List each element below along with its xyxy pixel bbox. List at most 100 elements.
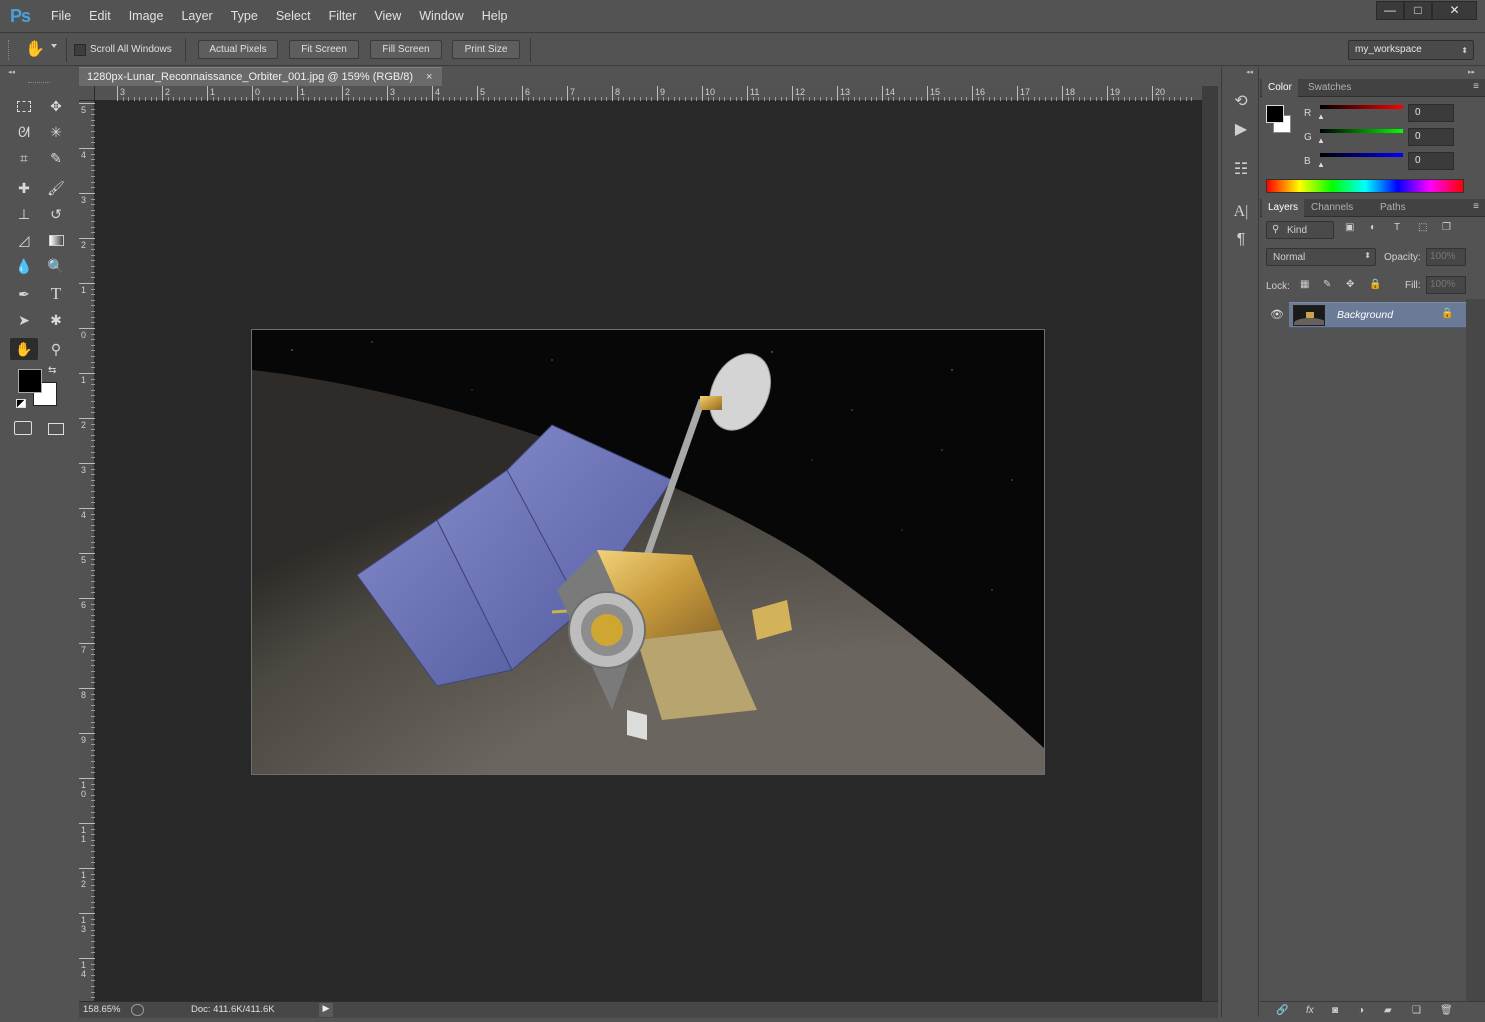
hand-tool-active-icon[interactable]: ✋ xyxy=(10,338,38,360)
menu-select[interactable]: Select xyxy=(267,9,320,23)
layer-row-background[interactable]: Background 🔒 xyxy=(1289,302,1466,328)
magic-wand-tool-icon[interactable]: ✳ xyxy=(44,121,68,143)
zoom-tool-icon[interactable]: ⚲ xyxy=(44,338,68,360)
quick-mask-icon[interactable] xyxy=(14,421,32,435)
new-layer-icon[interactable]: ❏ xyxy=(1412,1005,1421,1016)
fill-screen-button[interactable]: Fill Screen xyxy=(370,40,442,59)
filter-shape-layers-icon[interactable]: ⬚ xyxy=(1418,222,1427,233)
red-slider[interactable] xyxy=(1320,105,1403,109)
lock-image-pixels-icon[interactable]: ✎ xyxy=(1323,279,1331,290)
tab-layers[interactable]: Layers xyxy=(1262,199,1305,217)
tab-color[interactable]: Color xyxy=(1262,79,1298,97)
actual-pixels-button[interactable]: Actual Pixels xyxy=(198,40,278,59)
menu-image[interactable]: Image xyxy=(120,9,173,23)
blue-slider[interactable] xyxy=(1320,153,1403,157)
vertical-scrollbar[interactable] xyxy=(1202,86,1218,1001)
red-slider-handle-icon[interactable]: ▲ xyxy=(1317,112,1325,121)
zoom-level[interactable]: 158.65% xyxy=(83,1004,121,1015)
actions-play-icon[interactable]: ▶ xyxy=(1229,119,1253,141)
tab-channels[interactable]: Channels xyxy=(1305,199,1359,217)
close-tab-icon[interactable]: × xyxy=(426,68,432,87)
screen-mode-icon[interactable] xyxy=(48,423,64,435)
filter-smart-objects-icon[interactable]: ❐ xyxy=(1442,222,1451,233)
scroll-all-windows-checkbox[interactable] xyxy=(74,44,86,56)
tool-preset-chevron-icon[interactable] xyxy=(51,44,57,48)
character-panel-icon[interactable]: A| xyxy=(1229,201,1253,223)
tab-swatches[interactable]: Swatches xyxy=(1302,79,1357,97)
workspace-select[interactable]: my_workspace ⬍ xyxy=(1348,40,1474,60)
fill-input[interactable]: 100% xyxy=(1426,276,1466,294)
blue-value-input[interactable]: 0 xyxy=(1408,152,1454,170)
clone-stamp-tool-icon[interactable]: ⊥ xyxy=(12,203,36,225)
panel-menu-icon[interactable]: ≡ xyxy=(1473,201,1479,212)
collapse-arrows-icon[interactable]: ◂◂ xyxy=(8,68,15,76)
default-colors-icon[interactable] xyxy=(16,399,26,408)
history-panel-icon[interactable]: ⟲ xyxy=(1229,91,1253,113)
menu-file[interactable]: File xyxy=(42,9,80,23)
status-info-icon[interactable] xyxy=(131,1004,144,1016)
properties-panel-icon[interactable]: ☷ xyxy=(1229,159,1253,181)
crop-tool-icon[interactable]: ⌗ xyxy=(12,147,36,169)
tab-paths[interactable]: Paths xyxy=(1374,199,1412,217)
lock-position-icon[interactable]: ✥ xyxy=(1346,279,1354,290)
filter-type-layers-icon[interactable]: T xyxy=(1394,222,1400,233)
lock-transparent-pixels-icon[interactable]: ▦ xyxy=(1300,279,1309,290)
layers-list[interactable] xyxy=(1260,299,1466,1005)
print-size-button[interactable]: Print Size xyxy=(452,40,520,59)
menu-edit[interactable]: Edit xyxy=(80,9,120,23)
path-selection-tool-icon[interactable]: ➤ xyxy=(12,309,36,331)
close-window-button[interactable]: ✕ xyxy=(1432,1,1477,20)
new-adjustment-layer-icon[interactable]: ◑ xyxy=(1358,1005,1364,1016)
collapse-arrows-icon[interactable]: ◂◂ xyxy=(1246,68,1253,76)
horizontal-ruler[interactable]: 3 2 1 0 1 2 3 4 5 6 7 8 9 10 11 12 13 14 15 16 17 18 19 20 xyxy=(95,86,1202,101)
ruler-origin[interactable] xyxy=(79,86,95,101)
green-value-input[interactable]: 0 xyxy=(1408,128,1454,146)
status-menu-arrow-icon[interactable]: ▶ xyxy=(319,1003,333,1017)
custom-shape-tool-icon[interactable]: ✱ xyxy=(44,309,68,331)
green-slider-handle-icon[interactable]: ▲ xyxy=(1317,136,1325,145)
options-grip[interactable] xyxy=(8,40,11,60)
rectangular-marquee-tool-icon[interactable] xyxy=(17,100,31,112)
pen-tool-icon[interactable]: ✒ xyxy=(12,283,36,305)
add-mask-icon[interactable]: ◙ xyxy=(1332,1005,1338,1016)
foreground-color-swatch[interactable] xyxy=(18,369,42,393)
panel-menu-icon[interactable]: ≡ xyxy=(1473,81,1479,92)
paragraph-panel-icon[interactable]: ¶ xyxy=(1229,229,1253,251)
document-image[interactable] xyxy=(251,329,1045,775)
history-brush-tool-icon[interactable]: ↺ xyxy=(44,203,68,225)
visibility-eye-icon[interactable]: 👁 xyxy=(1270,308,1284,321)
fit-screen-button[interactable]: Fit Screen xyxy=(289,40,359,59)
link-layers-icon[interactable]: 🔗 xyxy=(1276,1005,1288,1016)
eraser-tool-icon[interactable]: ◿ xyxy=(12,229,36,251)
vertical-ruler[interactable]: 5 4 3 2 1 0 1 2 3 4 5 6 7 8 9 10 11 12 13 14 xyxy=(79,101,95,1001)
filter-adjustment-layers-icon[interactable]: ◐ xyxy=(1370,222,1376,233)
brush-tool-icon[interactable]: 🖌 xyxy=(44,177,68,199)
eyedropper-tool-icon[interactable]: ✎ xyxy=(44,147,68,169)
menu-layer[interactable]: Layer xyxy=(172,9,221,23)
dodge-tool-icon[interactable]: 🔍 xyxy=(44,255,68,277)
blur-tool-icon[interactable]: 💧 xyxy=(12,255,36,277)
color-foreground-swatch[interactable] xyxy=(1266,105,1284,123)
color-spectrum-bar[interactable] xyxy=(1266,179,1464,193)
red-value-input[interactable]: 0 xyxy=(1408,104,1454,122)
menu-view[interactable]: View xyxy=(365,9,410,23)
menu-window[interactable]: Window xyxy=(410,9,472,23)
hand-tool-icon[interactable]: ✋ xyxy=(24,39,46,61)
lasso-tool-icon[interactable]: ᘛ xyxy=(12,121,36,143)
menu-help[interactable]: Help xyxy=(473,9,517,23)
blend-mode-select[interactable]: Normal ⬍ xyxy=(1266,248,1376,266)
minimize-button[interactable]: — xyxy=(1376,1,1404,20)
panel-grip[interactable] xyxy=(28,82,50,84)
layer-name[interactable]: Background xyxy=(1337,309,1393,321)
filter-pixel-layers-icon[interactable]: ▣ xyxy=(1345,222,1354,233)
type-tool-icon[interactable]: T xyxy=(44,283,68,305)
layers-scrollbar[interactable] xyxy=(1466,299,1485,1005)
green-slider[interactable] xyxy=(1320,129,1403,133)
new-group-icon[interactable]: ▰ xyxy=(1384,1005,1392,1016)
lock-all-icon[interactable]: 🔒 xyxy=(1369,279,1381,290)
delete-layer-icon[interactable]: 🗑 xyxy=(1440,1005,1453,1016)
maximize-button[interactable]: □ xyxy=(1404,1,1432,20)
opacity-input[interactable]: 100% xyxy=(1426,248,1466,266)
gradient-tool-icon[interactable] xyxy=(48,234,64,246)
menu-filter[interactable]: Filter xyxy=(320,9,366,23)
